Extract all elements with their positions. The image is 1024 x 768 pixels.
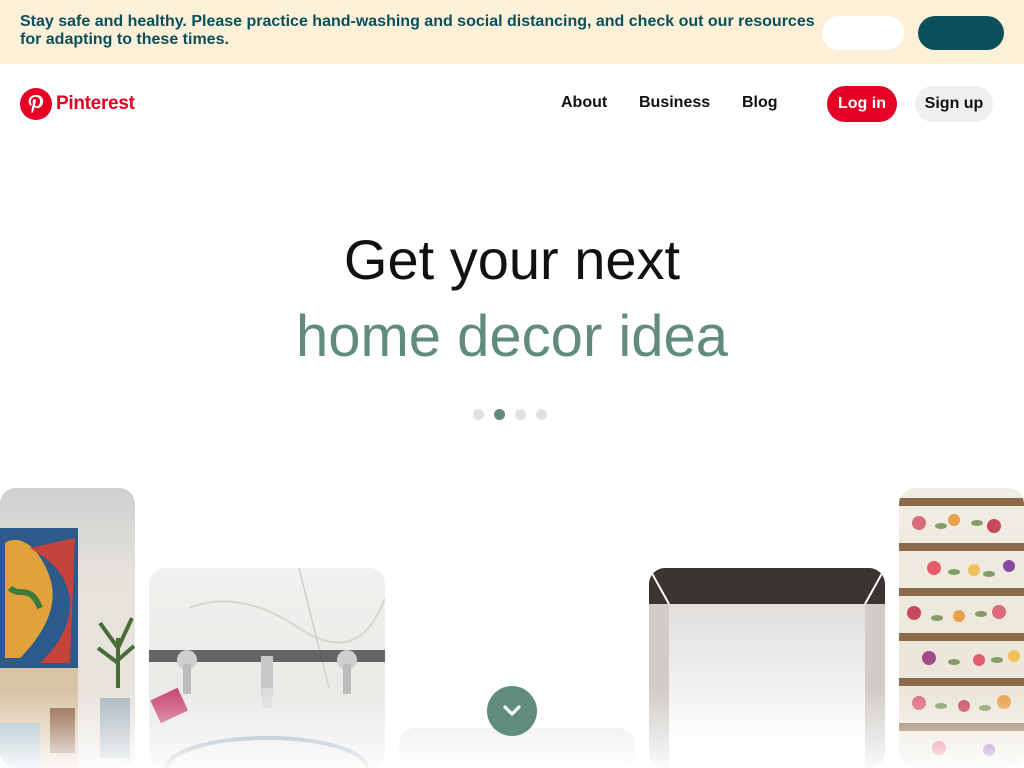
nav-about[interactable]: About <box>561 94 607 112</box>
logo-text: Pinterest <box>56 93 135 114</box>
hero-subheading: home decor idea <box>295 304 729 369</box>
carousel-dot[interactable] <box>473 409 484 420</box>
safety-banner: Stay safe and healthy. Please practice h… <box>0 0 1024 64</box>
hero-heading: Get your next <box>343 228 681 291</box>
nav-blog[interactable]: Blog <box>742 94 778 112</box>
pinterest-logo[interactable]: Pinterest <box>20 88 135 120</box>
scroll-down-button[interactable] <box>487 686 537 736</box>
pin-image-bedroom[interactable] <box>0 488 135 768</box>
pin-image-sink[interactable] <box>149 568 385 768</box>
nav-business[interactable]: Business <box>639 94 710 112</box>
sink-faucet-illustration <box>149 568 385 768</box>
shower-illustration <box>649 568 885 768</box>
bedroom-painting-illustration <box>0 528 135 768</box>
pin-image-stairs[interactable] <box>899 488 1024 768</box>
banner-button-2[interactable] <box>918 16 1004 50</box>
banner-button-1[interactable] <box>822 16 904 50</box>
carousel-dot-active[interactable] <box>494 409 505 420</box>
carousel-dot[interactable] <box>536 409 547 420</box>
carousel-dot[interactable] <box>515 409 526 420</box>
pinterest-logo-icon <box>20 88 52 120</box>
chevron-down-icon <box>500 698 524 725</box>
login-button[interactable]: Log in <box>827 86 897 122</box>
pin-image-shower[interactable] <box>649 568 885 768</box>
banner-message: Stay safe and healthy. Please practice h… <box>20 13 815 48</box>
site-header: Pinterest About Business Blog Log in Sig… <box>0 64 1024 144</box>
floral-stairs-illustration <box>899 498 1024 756</box>
signup-button[interactable]: Sign up <box>915 86 993 122</box>
carousel-dots <box>473 409 547 420</box>
